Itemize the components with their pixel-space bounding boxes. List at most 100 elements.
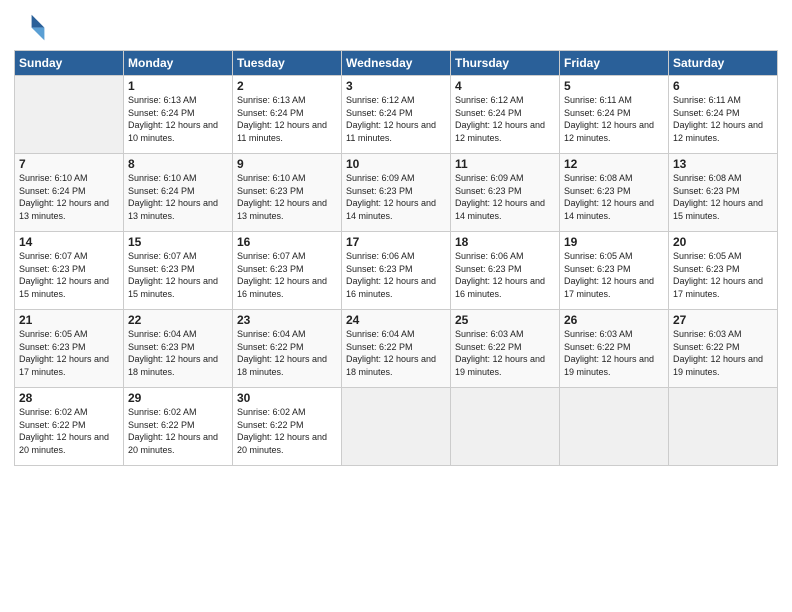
day-cell: 28Sunrise: 6:02 AMSunset: 6:22 PMDayligh… [15,388,124,466]
day-cell: 3Sunrise: 6:12 AMSunset: 6:24 PMDaylight… [342,76,451,154]
day-number: 23 [237,313,337,327]
day-info: Sunrise: 6:11 AMSunset: 6:24 PMDaylight:… [564,94,664,144]
day-info: Sunrise: 6:04 AMSunset: 6:23 PMDaylight:… [128,328,228,378]
day-number: 5 [564,79,664,93]
day-cell [15,76,124,154]
day-cell: 16Sunrise: 6:07 AMSunset: 6:23 PMDayligh… [233,232,342,310]
day-number: 9 [237,157,337,171]
day-info: Sunrise: 6:02 AMSunset: 6:22 PMDaylight:… [128,406,228,456]
day-cell: 15Sunrise: 6:07 AMSunset: 6:23 PMDayligh… [124,232,233,310]
day-cell: 22Sunrise: 6:04 AMSunset: 6:23 PMDayligh… [124,310,233,388]
day-info: Sunrise: 6:10 AMSunset: 6:24 PMDaylight:… [128,172,228,222]
day-info: Sunrise: 6:07 AMSunset: 6:23 PMDaylight:… [19,250,119,300]
header [14,10,778,42]
day-info: Sunrise: 6:12 AMSunset: 6:24 PMDaylight:… [346,94,446,144]
day-info: Sunrise: 6:02 AMSunset: 6:22 PMDaylight:… [237,406,337,456]
page: SundayMondayTuesdayWednesdayThursdayFrid… [0,0,792,612]
col-header-saturday: Saturday [669,51,778,76]
day-number: 10 [346,157,446,171]
day-number: 21 [19,313,119,327]
day-cell: 29Sunrise: 6:02 AMSunset: 6:22 PMDayligh… [124,388,233,466]
day-cell: 26Sunrise: 6:03 AMSunset: 6:22 PMDayligh… [560,310,669,388]
day-info: Sunrise: 6:04 AMSunset: 6:22 PMDaylight:… [237,328,337,378]
day-info: Sunrise: 6:07 AMSunset: 6:23 PMDaylight:… [128,250,228,300]
day-number: 2 [237,79,337,93]
day-info: Sunrise: 6:12 AMSunset: 6:24 PMDaylight:… [455,94,555,144]
day-cell: 25Sunrise: 6:03 AMSunset: 6:22 PMDayligh… [451,310,560,388]
day-cell: 5Sunrise: 6:11 AMSunset: 6:24 PMDaylight… [560,76,669,154]
day-cell: 13Sunrise: 6:08 AMSunset: 6:23 PMDayligh… [669,154,778,232]
day-cell: 7Sunrise: 6:10 AMSunset: 6:24 PMDaylight… [15,154,124,232]
day-number: 17 [346,235,446,249]
week-row-3: 14Sunrise: 6:07 AMSunset: 6:23 PMDayligh… [15,232,778,310]
calendar-table: SundayMondayTuesdayWednesdayThursdayFrid… [14,50,778,466]
day-number: 25 [455,313,555,327]
logo [14,10,50,42]
week-row-4: 21Sunrise: 6:05 AMSunset: 6:23 PMDayligh… [15,310,778,388]
day-cell: 8Sunrise: 6:10 AMSunset: 6:24 PMDaylight… [124,154,233,232]
col-header-thursday: Thursday [451,51,560,76]
day-number: 22 [128,313,228,327]
day-number: 7 [19,157,119,171]
day-info: Sunrise: 6:05 AMSunset: 6:23 PMDaylight:… [564,250,664,300]
day-info: Sunrise: 6:02 AMSunset: 6:22 PMDaylight:… [19,406,119,456]
day-number: 24 [346,313,446,327]
day-cell: 2Sunrise: 6:13 AMSunset: 6:24 PMDaylight… [233,76,342,154]
day-info: Sunrise: 6:08 AMSunset: 6:23 PMDaylight:… [673,172,773,222]
day-cell: 10Sunrise: 6:09 AMSunset: 6:23 PMDayligh… [342,154,451,232]
day-cell: 4Sunrise: 6:12 AMSunset: 6:24 PMDaylight… [451,76,560,154]
header-row: SundayMondayTuesdayWednesdayThursdayFrid… [15,51,778,76]
day-info: Sunrise: 6:10 AMSunset: 6:24 PMDaylight:… [19,172,119,222]
day-info: Sunrise: 6:09 AMSunset: 6:23 PMDaylight:… [455,172,555,222]
week-row-5: 28Sunrise: 6:02 AMSunset: 6:22 PMDayligh… [15,388,778,466]
day-info: Sunrise: 6:04 AMSunset: 6:22 PMDaylight:… [346,328,446,378]
day-cell: 17Sunrise: 6:06 AMSunset: 6:23 PMDayligh… [342,232,451,310]
day-number: 29 [128,391,228,405]
day-info: Sunrise: 6:03 AMSunset: 6:22 PMDaylight:… [673,328,773,378]
day-number: 18 [455,235,555,249]
day-number: 27 [673,313,773,327]
day-cell: 21Sunrise: 6:05 AMSunset: 6:23 PMDayligh… [15,310,124,388]
day-info: Sunrise: 6:08 AMSunset: 6:23 PMDaylight:… [564,172,664,222]
col-header-sunday: Sunday [15,51,124,76]
day-info: Sunrise: 6:07 AMSunset: 6:23 PMDaylight:… [237,250,337,300]
day-cell [451,388,560,466]
generalblue-logo-icon [14,10,46,42]
day-info: Sunrise: 6:10 AMSunset: 6:23 PMDaylight:… [237,172,337,222]
day-number: 14 [19,235,119,249]
day-number: 26 [564,313,664,327]
day-number: 30 [237,391,337,405]
day-number: 28 [19,391,119,405]
day-cell: 30Sunrise: 6:02 AMSunset: 6:22 PMDayligh… [233,388,342,466]
day-info: Sunrise: 6:05 AMSunset: 6:23 PMDaylight:… [19,328,119,378]
day-number: 15 [128,235,228,249]
day-cell: 27Sunrise: 6:03 AMSunset: 6:22 PMDayligh… [669,310,778,388]
day-info: Sunrise: 6:03 AMSunset: 6:22 PMDaylight:… [564,328,664,378]
day-cell: 12Sunrise: 6:08 AMSunset: 6:23 PMDayligh… [560,154,669,232]
day-number: 16 [237,235,337,249]
day-info: Sunrise: 6:06 AMSunset: 6:23 PMDaylight:… [346,250,446,300]
day-number: 12 [564,157,664,171]
col-header-monday: Monday [124,51,233,76]
day-number: 8 [128,157,228,171]
day-cell: 14Sunrise: 6:07 AMSunset: 6:23 PMDayligh… [15,232,124,310]
day-info: Sunrise: 6:13 AMSunset: 6:24 PMDaylight:… [237,94,337,144]
col-header-tuesday: Tuesday [233,51,342,76]
col-header-wednesday: Wednesday [342,51,451,76]
day-cell: 9Sunrise: 6:10 AMSunset: 6:23 PMDaylight… [233,154,342,232]
day-cell: 18Sunrise: 6:06 AMSunset: 6:23 PMDayligh… [451,232,560,310]
day-number: 11 [455,157,555,171]
day-number: 13 [673,157,773,171]
day-info: Sunrise: 6:09 AMSunset: 6:23 PMDaylight:… [346,172,446,222]
col-header-friday: Friday [560,51,669,76]
day-cell: 6Sunrise: 6:11 AMSunset: 6:24 PMDaylight… [669,76,778,154]
day-number: 3 [346,79,446,93]
day-info: Sunrise: 6:05 AMSunset: 6:23 PMDaylight:… [673,250,773,300]
day-number: 20 [673,235,773,249]
day-info: Sunrise: 6:13 AMSunset: 6:24 PMDaylight:… [128,94,228,144]
day-number: 19 [564,235,664,249]
day-cell: 1Sunrise: 6:13 AMSunset: 6:24 PMDaylight… [124,76,233,154]
week-row-2: 7Sunrise: 6:10 AMSunset: 6:24 PMDaylight… [15,154,778,232]
day-info: Sunrise: 6:06 AMSunset: 6:23 PMDaylight:… [455,250,555,300]
day-cell: 11Sunrise: 6:09 AMSunset: 6:23 PMDayligh… [451,154,560,232]
